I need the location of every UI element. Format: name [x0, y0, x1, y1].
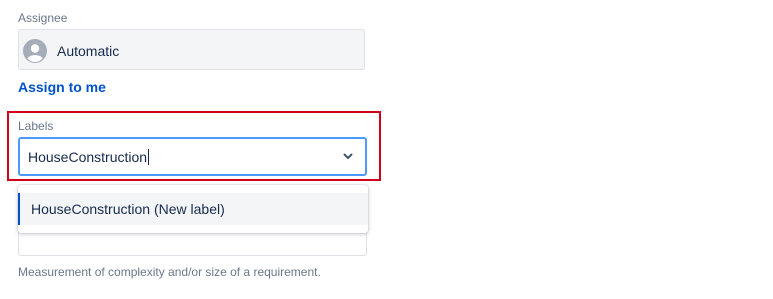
story-points-help-text: Measurement of complexity and/or size of… — [18, 265, 321, 279]
labels-input[interactable]: HouseConstruction — [18, 137, 367, 176]
dropdown-option-new-label[interactable]: HouseConstruction (New label) — [18, 193, 368, 225]
text-caret — [148, 149, 150, 165]
user-avatar-icon — [23, 39, 47, 63]
assign-to-me-link[interactable]: Assign to me — [18, 79, 106, 95]
labels-input-value: HouseConstruction — [28, 149, 148, 165]
assignee-field-label: Assignee — [18, 11, 68, 25]
labels-field-label: Labels — [18, 119, 54, 133]
assignee-select[interactable]: Automatic — [18, 29, 365, 70]
labels-input-text[interactable]: HouseConstruction — [28, 149, 150, 165]
assignee-value: Automatic — [57, 43, 120, 59]
chevron-down-icon[interactable] — [341, 149, 355, 163]
dropdown-option-label: HouseConstruction (New label) — [31, 201, 225, 217]
labels-dropdown-menu: HouseConstruction (New label) — [18, 185, 368, 233]
